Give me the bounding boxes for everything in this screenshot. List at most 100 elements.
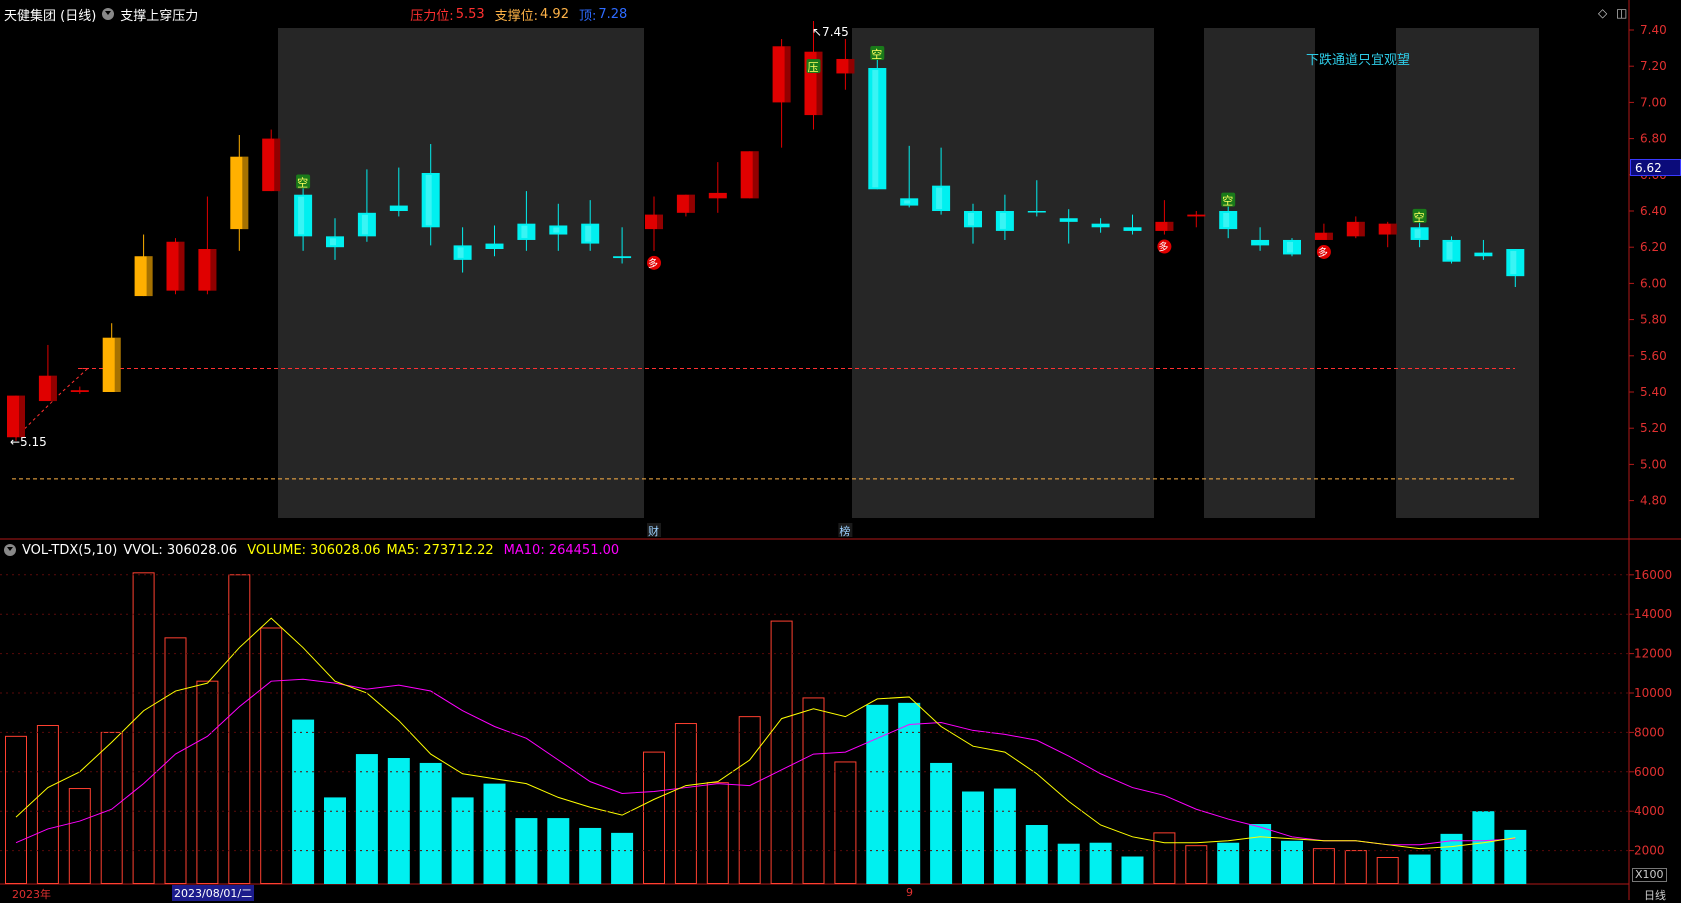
- volume-bar[interactable]: [1249, 824, 1272, 884]
- candle-shade: [50, 375, 57, 402]
- volume-bar[interactable]: [387, 758, 410, 884]
- price-tick-label: 7.20: [1640, 59, 1667, 73]
- stock-chart[interactable]: 7.407.207.006.806.606.406.206.005.805.60…: [0, 0, 1681, 900]
- candle[interactable]: [1442, 236, 1461, 264]
- volume-bar[interactable]: [355, 754, 378, 884]
- candle[interactable]: [1187, 211, 1206, 228]
- volume-bar[interactable]: [1089, 842, 1112, 884]
- volume-bar[interactable]: [324, 797, 346, 884]
- candle[interactable]: [645, 196, 663, 251]
- candle-shine: [457, 247, 464, 258]
- resistance-value: 5.53: [455, 6, 485, 22]
- indicator-title[interactable]: 支撑上穿压力: [120, 5, 198, 24]
- volume-bar[interactable]: [962, 791, 984, 885]
- volume-bar[interactable]: [1312, 848, 1335, 885]
- volume-bar[interactable]: [674, 723, 697, 884]
- top-header: 天健集团 (日线) 支撑上穿压力 压力位: 5.53 支撑位: 4.92 顶: …: [4, 4, 627, 24]
- volume-bar[interactable]: [866, 704, 889, 884]
- volume-bar[interactable]: [1185, 845, 1208, 884]
- candle[interactable]: [102, 323, 121, 392]
- candle[interactable]: [676, 194, 695, 217]
- volume-bar[interactable]: [738, 716, 761, 885]
- volume-tick-label: 2000: [1634, 844, 1665, 858]
- candle-shine: [1414, 229, 1421, 238]
- volume-bar[interactable]: [834, 761, 857, 885]
- candle[interactable]: [1283, 238, 1301, 257]
- volume-bar[interactable]: [1153, 832, 1176, 884]
- candle[interactable]: [166, 238, 185, 295]
- chevron-down-icon[interactable]: [4, 544, 16, 556]
- candle-shine: [1446, 241, 1453, 260]
- candle-shine: [999, 213, 1006, 229]
- kong-signal-text: 空: [1414, 210, 1425, 224]
- volume-bar[interactable]: [1408, 854, 1431, 884]
- candle[interactable]: [70, 386, 89, 394]
- ma5-value: MA5: 273712.22: [386, 542, 494, 558]
- candle-body: [1123, 227, 1142, 231]
- cursor-date: 2023/08/01/二: [172, 885, 255, 901]
- candle[interactable]: [262, 129, 281, 192]
- month-label: 9: [906, 886, 913, 899]
- candle[interactable]: [1314, 223, 1333, 240]
- candle-shade: [752, 151, 759, 199]
- volume-bar[interactable]: [100, 731, 123, 885]
- ya-signal: 压: [806, 59, 821, 74]
- volume-bar[interactable]: [1217, 842, 1240, 884]
- volume-bar[interactable]: [1344, 850, 1367, 884]
- volume-bar[interactable]: [260, 627, 283, 884]
- candle[interactable]: [1378, 221, 1397, 248]
- candle[interactable]: [772, 39, 791, 148]
- price-tick-label: 5.40: [1640, 385, 1667, 399]
- volume-bar[interactable]: [706, 782, 729, 885]
- stock-title[interactable]: 天健集团 (日线): [4, 5, 96, 24]
- volume-bar[interactable]: [419, 762, 442, 884]
- candle-shine: [330, 238, 336, 246]
- duo-signal: 多: [647, 255, 661, 270]
- volume-bar[interactable]: [36, 725, 59, 884]
- volume-bar[interactable]: [196, 680, 219, 884]
- candle[interactable]: [836, 39, 855, 90]
- candle[interactable]: [868, 58, 887, 190]
- volume-axis: 16000 14000 12000 10000 8000 6000 4000 2000: [0, 568, 1672, 858]
- volume-bar[interactable]: [579, 827, 602, 884]
- volume-bar[interactable]: [228, 574, 251, 884]
- period-label[interactable]: 日线: [1644, 887, 1666, 903]
- volume-bar[interactable]: [1057, 843, 1080, 884]
- volume-bar[interactable]: [898, 702, 921, 884]
- candle-body: [70, 390, 89, 392]
- volume-indicator-name[interactable]: VOL-TDX(5,10): [22, 543, 117, 558]
- candle[interactable]: [230, 134, 249, 251]
- candle[interactable]: [198, 196, 217, 295]
- candle[interactable]: [1155, 200, 1174, 235]
- volume-bar[interactable]: [451, 797, 474, 884]
- volume-bar[interactable]: [1376, 856, 1399, 884]
- volume-bar[interactable]: [292, 719, 315, 884]
- candle-body: [613, 256, 632, 259]
- volume-bar[interactable]: [993, 788, 1016, 884]
- candle-body: [708, 192, 727, 199]
- candle[interactable]: [38, 344, 57, 402]
- volume-bar[interactable]: [1025, 824, 1048, 884]
- candle[interactable]: [740, 151, 759, 199]
- duo-signal-text: 多: [648, 257, 658, 270]
- volume-bar[interactable]: [68, 788, 91, 884]
- volume-bar[interactable]: [1472, 811, 1495, 884]
- volume-bar[interactable]: [930, 762, 953, 884]
- chevron-down-icon[interactable]: [102, 8, 115, 20]
- volume-bar[interactable]: [611, 832, 634, 884]
- volume-bar[interactable]: [1281, 840, 1303, 884]
- candle[interactable]: [134, 234, 153, 297]
- candle-shine: [872, 70, 879, 188]
- shaded-region: [852, 28, 1154, 518]
- diamond-icon[interactable]: ◇: [1598, 6, 1607, 20]
- volume-bar[interactable]: [483, 783, 506, 884]
- volume-bar[interactable]: [802, 697, 825, 884]
- candle[interactable]: [1346, 216, 1365, 239]
- volume-bar[interactable]: [1121, 856, 1144, 884]
- candle[interactable]: [708, 162, 727, 213]
- window-icon[interactable]: ◫: [1616, 6, 1627, 20]
- channel-note: 下跌通道只宜观望: [1306, 52, 1410, 68]
- volume-bar[interactable]: [770, 620, 793, 884]
- volume-bar[interactable]: [132, 572, 155, 885]
- kong-signal-text: 空: [297, 175, 308, 189]
